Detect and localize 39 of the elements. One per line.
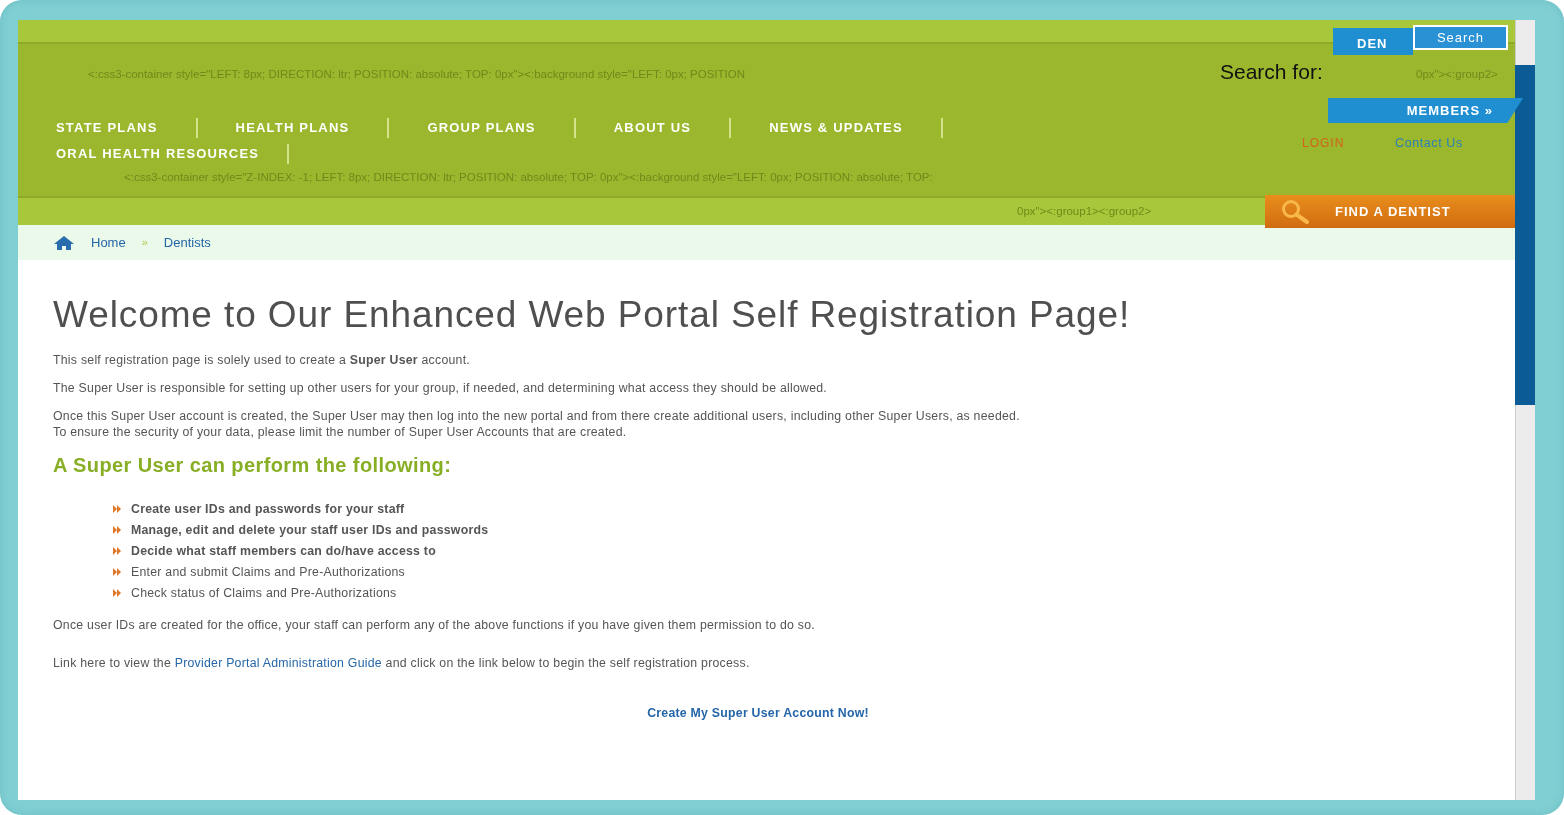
find-dentist-button[interactable]: FIND A DENTIST <box>1265 195 1515 228</box>
breadcrumb-separator: » <box>141 235 148 251</box>
search-button[interactable]: Search <box>1413 25 1508 50</box>
bullet-icon <box>113 547 121 556</box>
paragraph: Link here to view the Provider Portal Administration Guide and click on the link below to begin the self registration process. <box>53 655 751 672</box>
breadcrumb-link[interactable]: Dentists <box>163 232 211 253</box>
paragraph: The Super User is responsible for setting up other users for your group, if needed, and determining what access they should be allowed. <box>53 380 829 397</box>
nav-link[interactable]: HEALTH PLANS <box>235 118 350 138</box>
paragraph: Once user IDs are created for the office, your staff can perform any of the above functions if you have given them permission to do so. <box>53 617 816 634</box>
nav-link[interactable]: STATE PLANS <box>56 118 158 138</box>
dentists-tab[interactable]: DEN <box>1333 28 1413 55</box>
list-item: Enter and submit Claims and Pre-Authorizations <box>131 563 405 581</box>
bullet-icon <box>113 526 121 535</box>
list-item: Check status of Claims and Pre-Authorizations <box>131 584 397 602</box>
paragraph: This self registration page is solely used to create a Super User account. <box>53 352 471 369</box>
bullet-icon <box>113 589 121 598</box>
search-icon <box>1279 198 1311 225</box>
page-title: Welcome to Our Enhanced Web Portal Self Registration Page! <box>53 293 1132 337</box>
members-button[interactable]: MEMBERS » <box>1328 98 1523 123</box>
nav-link[interactable]: ORAL HEALTH RESOURCES <box>56 144 260 164</box>
contact-link[interactable]: Contact Us <box>1395 134 1463 153</box>
search-label: Search for: <box>1220 59 1323 85</box>
bullet-icon <box>113 568 121 577</box>
code-text: 0px"><:group1><:group2> <box>1017 204 1152 219</box>
section-heading: A Super User can perform the following: <box>53 452 453 477</box>
home-icon[interactable] <box>53 234 75 251</box>
nav-link[interactable]: NEWS & UPDATES <box>769 118 903 138</box>
nav-link[interactable]: GROUP PLANS <box>427 118 536 138</box>
nav-link[interactable]: ABOUT US <box>613 118 692 138</box>
breadcrumb-link[interactable]: Home <box>91 232 126 253</box>
create-account-link[interactable]: Create My Super User Account Now! <box>647 705 869 720</box>
login-link[interactable]: LOGIN <box>1302 134 1345 152</box>
bullet-icon <box>113 505 121 514</box>
list-item: Create user IDs and passwords for your staff <box>131 500 405 518</box>
scrollbar-thumb[interactable] <box>1515 65 1535 405</box>
list-item: Manage, edit and delete your staff user IDs and passwords <box>131 521 489 539</box>
guide-link[interactable]: Provider Portal Administration Guide <box>174 655 382 670</box>
list-item: Decide what staff members can do/have access to <box>131 542 436 560</box>
paragraph: Once this Super User account is created, the Super User may then log into the new portal and from there create additional users, including other Super Users, as needed. To ensure the security of your data, please limit the number of Super User Accounts that are created. <box>53 408 1021 441</box>
